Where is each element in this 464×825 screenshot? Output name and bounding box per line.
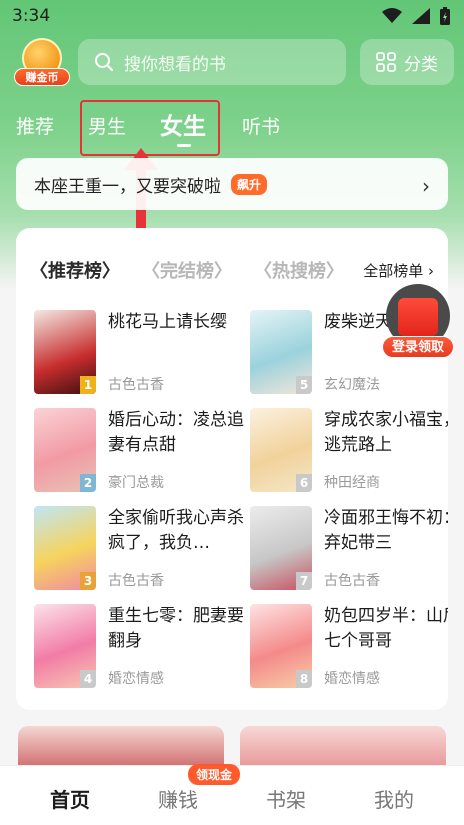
red-packet-icon bbox=[398, 298, 438, 336]
tab-hot-search-ranking[interactable]: 〈热搜榜〉 bbox=[254, 257, 344, 283]
tab-completed-ranking[interactable]: 〈完结榜〉 bbox=[142, 257, 232, 283]
book-genre: 婚恋情感 bbox=[108, 671, 164, 687]
earn-cash-badge: 领现金 bbox=[188, 764, 241, 785]
battery-icon bbox=[440, 7, 450, 25]
book-genre: 古色古香 bbox=[108, 377, 164, 393]
nav-earn[interactable]: 赚钱 bbox=[158, 784, 198, 813]
book-item[interactable]: 3 全家偷听我心声杀疯了，我负… 古色古香 bbox=[34, 506, 246, 592]
category-label: 分类 bbox=[404, 54, 438, 75]
book-item[interactable]: 7 冷面邪王悔不初：弃妃带三 古色古香 bbox=[250, 506, 448, 592]
search-placeholder: 搜你想看的书 bbox=[124, 54, 226, 75]
book-genre: 婚恋情感 bbox=[324, 671, 380, 687]
channel-tabs: 推荐 男生 女生 听书 bbox=[0, 104, 464, 150]
book-cover: 8 bbox=[250, 604, 312, 688]
earn-coins-button[interactable]: 赚金币 bbox=[14, 38, 70, 88]
tab-audiobook[interactable]: 听书 bbox=[242, 104, 280, 150]
book-title: 奶包四岁半：山后七个哥哥 bbox=[324, 606, 448, 651]
rank-number: 3 bbox=[80, 572, 96, 590]
book-title: 婚后心动：凌总追妻有点甜 bbox=[108, 410, 244, 455]
trending-notice[interactable]: 本座王重一，又要突破啦 飙升 › bbox=[16, 158, 448, 210]
status-bar: 3:34 bbox=[0, 0, 464, 32]
search-icon bbox=[95, 53, 114, 72]
book-title: 全家偷听我心声杀疯了，我负… bbox=[108, 508, 244, 553]
book-genre: 玄幻魔法 bbox=[324, 377, 380, 393]
book-title: 重生七零：肥妻要翻身 bbox=[108, 606, 244, 651]
book-item[interactable]: 4 重生七零：肥妻要翻身 婚恋情感 bbox=[34, 604, 246, 690]
rank-number: 8 bbox=[296, 670, 312, 688]
login-reward-float[interactable]: 登录领取 bbox=[382, 284, 454, 360]
book-item[interactable]: 6 穿成农家小福宝，逃荒路上 种田经商 bbox=[250, 408, 448, 494]
rising-badge: 飙升 bbox=[231, 173, 268, 195]
book-item[interactable]: 8 奶包四岁半：山后七个哥哥 婚恋情感 bbox=[250, 604, 448, 690]
bottom-navigation: 首页 赚钱 领现金 书架 我的 bbox=[0, 764, 464, 825]
book-cover: 1 bbox=[34, 310, 96, 394]
search-input[interactable]: 搜你想看的书 bbox=[78, 39, 346, 85]
book-genre: 古色古香 bbox=[324, 573, 380, 589]
chevron-right-icon: › bbox=[422, 174, 430, 198]
notice-text: 本座王重一，又要突破啦 bbox=[34, 176, 221, 197]
status-time: 3:34 bbox=[12, 6, 51, 26]
book-item[interactable]: 2 婚后心动：凌总追妻有点甜 豪门总裁 bbox=[34, 408, 246, 494]
book-cover: 4 bbox=[34, 604, 96, 688]
rank-number: 5 bbox=[296, 376, 312, 394]
book-cover: 6 bbox=[250, 408, 312, 492]
tab-recommend[interactable]: 推荐 bbox=[16, 104, 54, 150]
rank-number: 6 bbox=[296, 474, 312, 492]
ranking-tabs: 〈推荐榜〉 〈完结榜〉 〈热搜榜〉 bbox=[30, 256, 344, 284]
top-header: 赚金币 搜你想看的书 分类 bbox=[14, 38, 454, 88]
book-genre: 种田经商 bbox=[324, 475, 380, 491]
chevron-right-icon: › bbox=[428, 262, 434, 280]
rank-number: 7 bbox=[296, 572, 312, 590]
book-cover: 5 bbox=[250, 310, 312, 394]
wifi-icon bbox=[382, 8, 402, 23]
tab-recommend-ranking[interactable]: 〈推荐榜〉 bbox=[30, 257, 120, 283]
book-title: 冷面邪王悔不初：弃妃带三 bbox=[324, 508, 448, 553]
nav-profile[interactable]: 我的 bbox=[374, 784, 414, 813]
rank-number: 1 bbox=[80, 376, 96, 394]
book-cover: 7 bbox=[250, 506, 312, 590]
signal-icon bbox=[412, 8, 430, 24]
login-reward-label: 登录领取 bbox=[382, 336, 454, 358]
book-title: 桃花马上请长缨 bbox=[108, 312, 227, 332]
book-title: 穿成农家小福宝，逃荒路上 bbox=[324, 410, 448, 455]
book-item[interactable]: 1 桃花马上请长缨 古色古香 bbox=[34, 310, 246, 396]
earn-coins-label: 赚金币 bbox=[14, 68, 70, 86]
nav-home[interactable]: 首页 bbox=[50, 784, 90, 813]
book-genre: 古色古香 bbox=[108, 573, 164, 589]
grid-icon bbox=[376, 52, 396, 72]
rank-number: 4 bbox=[80, 670, 96, 688]
book-genre: 豪门总裁 bbox=[108, 475, 164, 491]
nav-bookshelf[interactable]: 书架 bbox=[266, 784, 306, 813]
all-rankings-link[interactable]: 全部榜单 › bbox=[363, 260, 434, 281]
rank-number: 2 bbox=[80, 474, 96, 492]
category-button[interactable]: 分类 bbox=[360, 39, 454, 85]
book-cover: 3 bbox=[34, 506, 96, 590]
status-icons bbox=[382, 7, 450, 25]
book-cover: 2 bbox=[34, 408, 96, 492]
